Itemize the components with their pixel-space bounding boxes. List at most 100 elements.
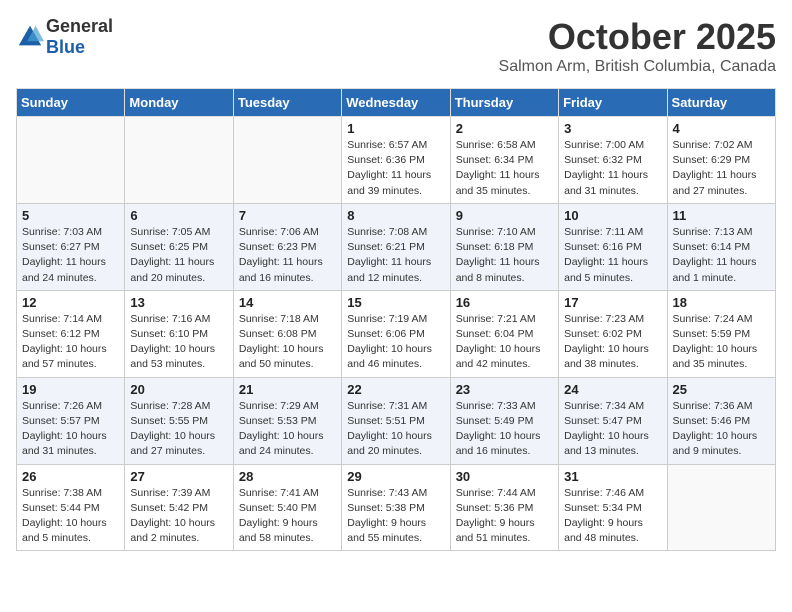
weekday-header-friday: Friday bbox=[559, 89, 667, 117]
day-info: Sunrise: 7:02 AM Sunset: 6:29 PM Dayligh… bbox=[673, 138, 770, 199]
day-number: 18 bbox=[673, 295, 770, 310]
day-number: 21 bbox=[239, 382, 336, 397]
day-info: Sunrise: 7:36 AM Sunset: 5:46 PM Dayligh… bbox=[673, 399, 770, 460]
day-number: 22 bbox=[347, 382, 444, 397]
day-number: 1 bbox=[347, 121, 444, 136]
day-cell: 23Sunrise: 7:33 AM Sunset: 5:49 PM Dayli… bbox=[450, 377, 558, 464]
day-info: Sunrise: 7:28 AM Sunset: 5:55 PM Dayligh… bbox=[130, 399, 227, 460]
logo-blue-text: Blue bbox=[46, 37, 85, 57]
day-info: Sunrise: 7:16 AM Sunset: 6:10 PM Dayligh… bbox=[130, 312, 227, 373]
day-info: Sunrise: 7:03 AM Sunset: 6:27 PM Dayligh… bbox=[22, 225, 119, 286]
day-cell: 9Sunrise: 7:10 AM Sunset: 6:18 PM Daylig… bbox=[450, 203, 558, 290]
day-number: 15 bbox=[347, 295, 444, 310]
day-number: 12 bbox=[22, 295, 119, 310]
calendar-table: SundayMondayTuesdayWednesdayThursdayFrid… bbox=[16, 88, 776, 551]
day-cell: 1 Sunrise: 6:57 AM Sunset: 6:36 PM Daylig… bbox=[342, 117, 450, 204]
day-info: Sunrise: 7:44 AM Sunset: 5:36 PM Dayligh… bbox=[456, 486, 553, 547]
day-info: Sunrise: 7:00 AM Sunset: 6:32 PM Dayligh… bbox=[564, 138, 661, 199]
day-cell: 31 Sunrise: 7:46 AM Sunset: 5:34 PM Dayli… bbox=[559, 464, 667, 551]
day-number: 31 bbox=[564, 469, 661, 484]
day-number: 27 bbox=[130, 469, 227, 484]
day-number: 30 bbox=[456, 469, 553, 484]
weekday-header-row: SundayMondayTuesdayWednesdayThursdayFrid… bbox=[17, 89, 776, 117]
logo-icon bbox=[16, 23, 44, 51]
day-cell: 3 Sunrise: 7:00 AM Sunset: 6:32 PM Daylig… bbox=[559, 117, 667, 204]
day-cell: 20 Sunrise: 7:28 AM Sunset: 5:55 PM Dayli… bbox=[125, 377, 233, 464]
day-number: 29 bbox=[347, 469, 444, 484]
day-cell: 6 Sunrise: 7:05 AM Sunset: 6:25 PM Daylig… bbox=[125, 203, 233, 290]
day-info: Sunrise: 7:06 AM Sunset: 6:23 PM Dayligh… bbox=[239, 225, 336, 286]
day-cell: 19Sunrise: 7:26 AM Sunset: 5:57 PM Dayli… bbox=[17, 377, 125, 464]
month-title: October 2025 bbox=[499, 16, 776, 58]
day-number: 25 bbox=[673, 382, 770, 397]
day-info: Sunrise: 7:14 AM Sunset: 6:12 PM Dayligh… bbox=[22, 312, 119, 373]
day-cell: 7 Sunrise: 7:06 AM Sunset: 6:23 PM Daylig… bbox=[233, 203, 341, 290]
day-info: Sunrise: 7:11 AM Sunset: 6:16 PM Dayligh… bbox=[564, 225, 661, 286]
day-number: 8 bbox=[347, 208, 444, 223]
weekday-header-saturday: Saturday bbox=[667, 89, 775, 117]
day-cell: 30 Sunrise: 7:44 AM Sunset: 5:36 PM Dayli… bbox=[450, 464, 558, 551]
day-info: Sunrise: 7:39 AM Sunset: 5:42 PM Dayligh… bbox=[130, 486, 227, 547]
day-info: Sunrise: 7:29 AM Sunset: 5:53 PM Dayligh… bbox=[239, 399, 336, 460]
day-cell: 5 Sunrise: 7:03 AM Sunset: 6:27 PM Daylig… bbox=[17, 203, 125, 290]
day-cell: 4 Sunrise: 7:02 AM Sunset: 6:29 PM Daylig… bbox=[667, 117, 775, 204]
day-number: 10 bbox=[564, 208, 661, 223]
day-number: 5 bbox=[22, 208, 119, 223]
day-number: 7 bbox=[239, 208, 336, 223]
day-info: Sunrise: 7:05 AM Sunset: 6:25 PM Dayligh… bbox=[130, 225, 227, 286]
day-cell: 12 Sunrise: 7:14 AM Sunset: 6:12 PM Dayli… bbox=[17, 290, 125, 377]
title-block: October 2025 Salmon Arm, British Columbi… bbox=[499, 16, 776, 76]
day-cell: 27 Sunrise: 7:39 AM Sunset: 5:42 PM Dayli… bbox=[125, 464, 233, 551]
day-cell: 8 Sunrise: 7:08 AM Sunset: 6:21 PM Daylig… bbox=[342, 203, 450, 290]
day-info: Sunrise: 6:57 AM Sunset: 6:36 PM Dayligh… bbox=[347, 138, 444, 199]
day-info: Sunrise: 7:08 AM Sunset: 6:21 PM Dayligh… bbox=[347, 225, 444, 286]
day-info: Sunrise: 7:43 AM Sunset: 5:38 PM Dayligh… bbox=[347, 486, 444, 547]
weekday-header-sunday: Sunday bbox=[17, 89, 125, 117]
day-number: 26 bbox=[22, 469, 119, 484]
day-number: 16 bbox=[456, 295, 553, 310]
location-title: Salmon Arm, British Columbia, Canada bbox=[499, 58, 776, 76]
weekday-header-wednesday: Wednesday bbox=[342, 89, 450, 117]
day-info: Sunrise: 7:21 AM Sunset: 6:04 PM Dayligh… bbox=[456, 312, 553, 373]
logo: General Blue bbox=[16, 16, 113, 58]
day-number: 4 bbox=[673, 121, 770, 136]
day-cell bbox=[233, 117, 341, 204]
day-info: Sunrise: 6:58 AM Sunset: 6:34 PM Dayligh… bbox=[456, 138, 553, 199]
day-info: Sunrise: 7:13 AM Sunset: 6:14 PM Dayligh… bbox=[673, 225, 770, 286]
day-cell: 28Sunrise: 7:41 AM Sunset: 5:40 PM Dayli… bbox=[233, 464, 341, 551]
day-cell: 17Sunrise: 7:23 AM Sunset: 6:02 PM Dayli… bbox=[559, 290, 667, 377]
day-cell bbox=[125, 117, 233, 204]
week-row-2: 5 Sunrise: 7:03 AM Sunset: 6:27 PM Daylig… bbox=[17, 203, 776, 290]
day-info: Sunrise: 7:10 AM Sunset: 6:18 PM Dayligh… bbox=[456, 225, 553, 286]
day-cell: 24Sunrise: 7:34 AM Sunset: 5:47 PM Dayli… bbox=[559, 377, 667, 464]
weekday-header-monday: Monday bbox=[125, 89, 233, 117]
day-info: Sunrise: 7:34 AM Sunset: 5:47 PM Dayligh… bbox=[564, 399, 661, 460]
day-number: 13 bbox=[130, 295, 227, 310]
day-cell: 18Sunrise: 7:24 AM Sunset: 5:59 PM Dayli… bbox=[667, 290, 775, 377]
day-info: Sunrise: 7:46 AM Sunset: 5:34 PM Dayligh… bbox=[564, 486, 661, 547]
day-number: 3 bbox=[564, 121, 661, 136]
day-info: Sunrise: 7:31 AM Sunset: 5:51 PM Dayligh… bbox=[347, 399, 444, 460]
page-header: General Blue October 2025 Salmon Arm, Br… bbox=[16, 16, 776, 76]
weekday-header-tuesday: Tuesday bbox=[233, 89, 341, 117]
day-info: Sunrise: 7:23 AM Sunset: 6:02 PM Dayligh… bbox=[564, 312, 661, 373]
day-cell: 14 Sunrise: 7:18 AM Sunset: 6:08 PM Dayli… bbox=[233, 290, 341, 377]
day-cell: 21 Sunrise: 7:29 AM Sunset: 5:53 PM Dayli… bbox=[233, 377, 341, 464]
day-info: Sunrise: 7:18 AM Sunset: 6:08 PM Dayligh… bbox=[239, 312, 336, 373]
day-cell bbox=[667, 464, 775, 551]
day-info: Sunrise: 7:38 AM Sunset: 5:44 PM Dayligh… bbox=[22, 486, 119, 547]
day-number: 19 bbox=[22, 382, 119, 397]
day-cell: 15Sunrise: 7:19 AM Sunset: 6:06 PM Dayli… bbox=[342, 290, 450, 377]
day-info: Sunrise: 7:41 AM Sunset: 5:40 PM Dayligh… bbox=[239, 486, 336, 547]
week-row-1: 1 Sunrise: 6:57 AM Sunset: 6:36 PM Daylig… bbox=[17, 117, 776, 204]
day-cell: 25 Sunrise: 7:36 AM Sunset: 5:46 PM Dayli… bbox=[667, 377, 775, 464]
day-number: 14 bbox=[239, 295, 336, 310]
week-row-4: 19Sunrise: 7:26 AM Sunset: 5:57 PM Dayli… bbox=[17, 377, 776, 464]
weekday-header-thursday: Thursday bbox=[450, 89, 558, 117]
day-number: 6 bbox=[130, 208, 227, 223]
day-number: 20 bbox=[130, 382, 227, 397]
day-cell bbox=[17, 117, 125, 204]
day-number: 23 bbox=[456, 382, 553, 397]
day-cell: 2Sunrise: 6:58 AM Sunset: 6:34 PM Daylig… bbox=[450, 117, 558, 204]
day-cell: 16 Sunrise: 7:21 AM Sunset: 6:04 PM Dayli… bbox=[450, 290, 558, 377]
